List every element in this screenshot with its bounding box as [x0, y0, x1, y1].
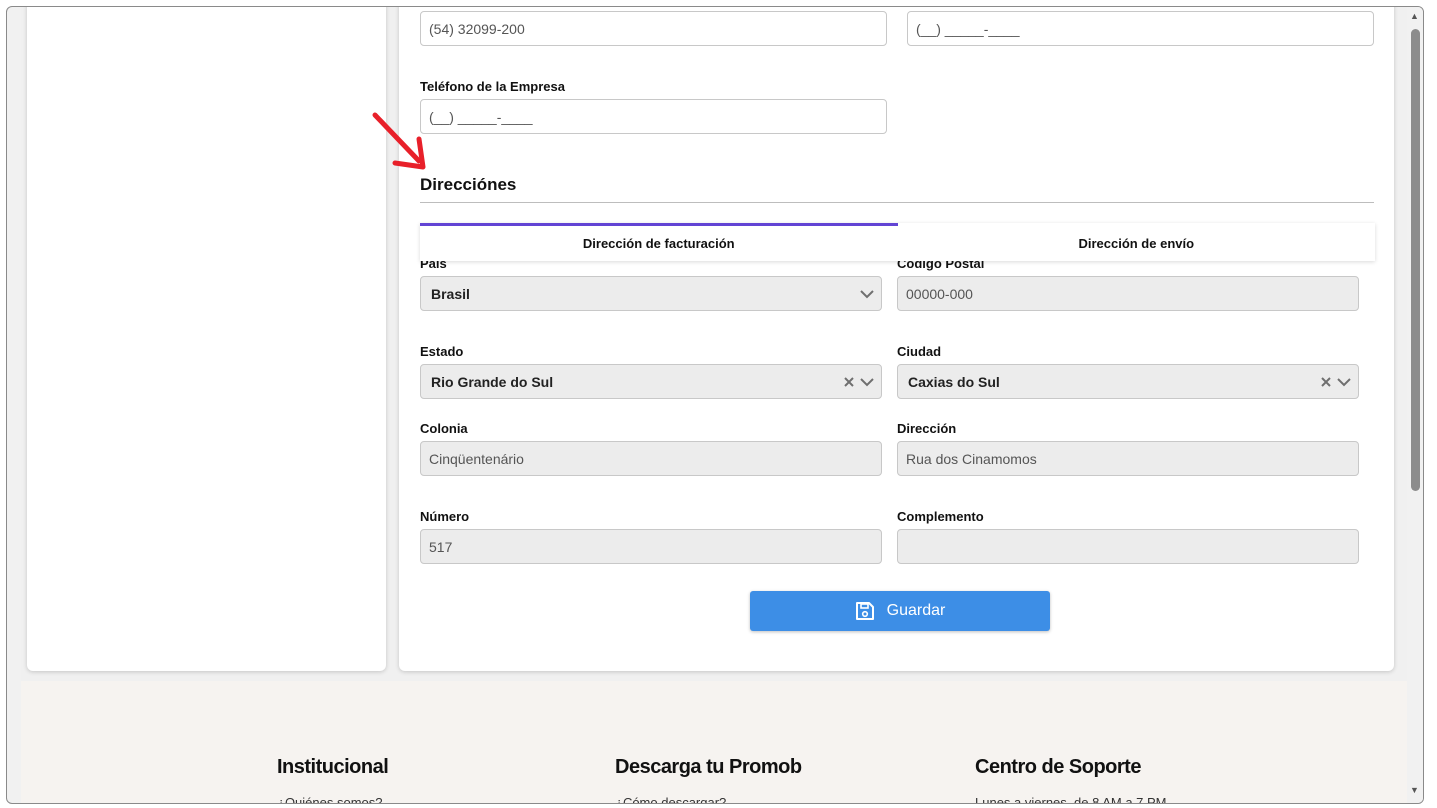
- footer-download-title: Descarga tu Promob: [615, 756, 802, 778]
- company-phone-label: Teléfono de la Empresa: [420, 79, 565, 94]
- address-tabs: Dirección de facturación Dirección de en…: [420, 223, 1375, 261]
- city-select-controls: [1320, 365, 1352, 398]
- scroll-down-icon[interactable]: ▼: [1410, 785, 1419, 795]
- floppy-disk-icon: [855, 602, 874, 620]
- clear-icon[interactable]: [1320, 376, 1332, 388]
- sidebar-card: [27, 7, 386, 671]
- clear-icon[interactable]: [843, 376, 855, 388]
- phone-input-value: (54) 32099-200: [429, 20, 525, 37]
- scrollbar-thumb[interactable]: [1411, 29, 1420, 491]
- number-input-value: 517: [429, 538, 453, 555]
- footer-support-hours: Lunes a viernes, de 8 AM a 7 PM: [975, 795, 1167, 804]
- postal-code-input[interactable]: 00000-000: [897, 276, 1359, 311]
- complement-input[interactable]: [897, 529, 1359, 564]
- state-label: Estado: [420, 344, 464, 359]
- addresses-section-title: Direcciónes: [420, 175, 517, 194]
- colony-input-value: Cinqüentenário: [429, 450, 524, 467]
- company-phone-placeholder: (__) _____-____: [429, 108, 533, 125]
- vertical-scrollbar[interactable]: ▲ ▼: [1407, 7, 1423, 803]
- city-select-value: Caxias do Sul: [908, 373, 1000, 390]
- scroll-up-icon[interactable]: ▲: [1410, 11, 1419, 21]
- city-label: Ciudad: [897, 344, 942, 359]
- state-select-controls: [843, 365, 875, 398]
- tab-shipping-address[interactable]: Dirección de envío: [898, 223, 1376, 261]
- country-select-value: Brasil: [431, 285, 470, 302]
- colony-label: Colonia: [420, 421, 468, 436]
- company-phone-input[interactable]: (__) _____-____: [420, 99, 887, 134]
- complement-label: Complemento: [897, 509, 984, 524]
- save-button[interactable]: Guardar: [750, 591, 1050, 631]
- footer-institutional-title: Institucional: [277, 756, 389, 778]
- chevron-down-icon[interactable]: [859, 374, 875, 390]
- browser-viewport: (54) 32099-200 (__) _____-____ Teléfono …: [6, 6, 1424, 804]
- site-footer: Institucional ¿Quiénes somos? Descarga t…: [21, 681, 1411, 804]
- section-divider: [420, 202, 1374, 203]
- footer-support-title: Centro de Soporte: [975, 756, 1141, 778]
- footer-download-link[interactable]: ¿Cómo descargar?: [615, 795, 726, 803]
- secondary-phone-input[interactable]: (__) _____-____: [907, 11, 1374, 46]
- number-label: Número: [420, 509, 470, 524]
- annotation-arrow-icon: [372, 112, 426, 170]
- address-input[interactable]: Rua dos Cinamomos: [897, 441, 1359, 476]
- tab-billing-address[interactable]: Dirección de facturación: [420, 223, 898, 261]
- chevron-down-icon[interactable]: [859, 277, 875, 310]
- chevron-down-icon[interactable]: [1336, 374, 1352, 390]
- footer-about-link[interactable]: ¿Quiénes somos?: [277, 795, 383, 803]
- state-select-value: Rio Grande do Sul: [431, 373, 554, 390]
- address-input-value: Rua dos Cinamomos: [906, 450, 1037, 467]
- address-label: Dirección: [897, 421, 957, 436]
- country-select[interactable]: Brasil: [420, 276, 882, 311]
- state-select[interactable]: Rio Grande do Sul: [420, 364, 882, 399]
- postal-code-placeholder: 00000-000: [906, 285, 973, 302]
- number-input[interactable]: 517: [420, 529, 882, 564]
- city-select[interactable]: Caxias do Sul: [897, 364, 1359, 399]
- secondary-phone-placeholder: (__) _____-____: [916, 20, 1020, 37]
- colony-input[interactable]: Cinqüentenário: [420, 441, 882, 476]
- save-button-label: Guardar: [886, 602, 946, 619]
- phone-input[interactable]: (54) 32099-200: [420, 11, 887, 46]
